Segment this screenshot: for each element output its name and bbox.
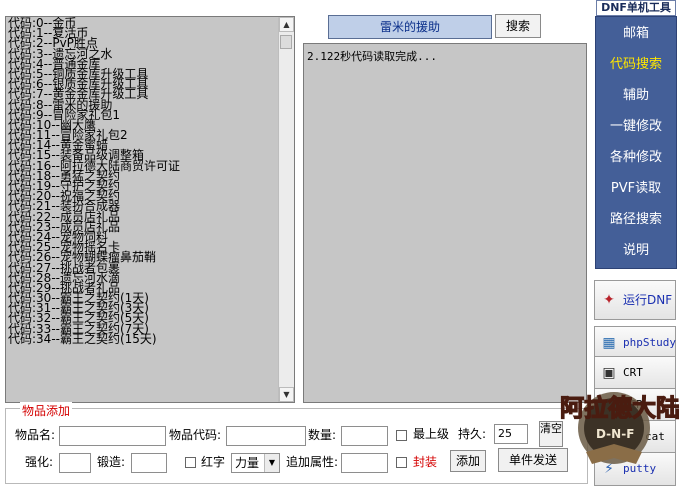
durability-input[interactable]: 25 <box>494 424 528 444</box>
scroll-down-arrow-icon[interactable]: ▼ <box>279 387 294 402</box>
cat-icon: ▩ <box>602 429 616 445</box>
clear-button[interactable]: 清空 <box>539 421 563 447</box>
durability-label: 持久: <box>458 427 487 441</box>
quantity-input[interactable] <box>341 426 388 446</box>
enhance-input[interactable] <box>59 453 91 473</box>
code-list-rows: 代码:0--金币 代码:1--复活币 代码:2--PvP胜点 代码:3--遗忘河之水代… <box>8 17 278 345</box>
scr-icon: ▤ <box>602 397 616 413</box>
scroll-up-arrow-icon[interactable]: ▲ <box>279 17 294 32</box>
nav-item-mailbox[interactable]: 邮箱 <box>596 18 676 49</box>
output-text: 2.122秒代码读取完成... <box>307 50 437 63</box>
single-send-button[interactable]: 单件发送 <box>498 448 568 472</box>
stat-select[interactable]: 力量 ▼ <box>231 453 280 473</box>
red-text-checkbox[interactable] <box>185 457 196 468</box>
phpstudy-button[interactable]: ▦ phpStudy <box>594 326 676 360</box>
dnf-icon: ✦ <box>603 292 615 308</box>
output-text-area[interactable]: 2.122秒代码读取完成... <box>303 43 587 403</box>
search-input[interactable]: 雷米的援助 <box>328 15 492 39</box>
seal-label: 封装 <box>413 455 438 469</box>
item-code-label: 物品代码: <box>169 428 222 442</box>
max-level-checkbox[interactable] <box>396 430 407 441</box>
chevron-down-icon: ▼ <box>264 454 279 472</box>
item-name-input[interactable] <box>59 426 166 446</box>
nav-item-path-search[interactable]: 路径搜索 <box>596 204 676 235</box>
enhance-label: 强化: <box>25 455 54 469</box>
cat-button[interactable]: ▩ cat <box>594 420 676 454</box>
scr-button[interactable]: ▤ SCR <box>594 388 676 422</box>
add-button[interactable]: 添加 <box>450 450 486 472</box>
code-list[interactable]: 代码:0--金币 代码:1--复活币 代码:2--PvP胜点 代码:3--遗忘河之水代… <box>5 16 295 403</box>
nav-item-code-search[interactable]: 代码搜索 <box>596 49 676 80</box>
stat-select-value: 力量 <box>235 456 260 470</box>
goods-add-legend: 物品添加 <box>20 402 73 419</box>
forge-label: 锻造: <box>97 455 126 469</box>
crt-terminal-icon: ▣ <box>602 365 616 381</box>
item-name-label: 物品名: <box>15 428 56 442</box>
forge-input[interactable] <box>131 453 167 473</box>
goods-add-group <box>5 408 588 484</box>
nav-panel: 邮箱 代码搜索 辅助 一键修改 各种修改 PVF读取 路径搜索 说明 <box>595 16 677 269</box>
item-code-input[interactable] <box>226 426 306 446</box>
list-item[interactable]: 代码:34--霸王之契约(15天) <box>8 333 278 345</box>
max-level-label: 最上级 <box>413 427 450 441</box>
seal-checkbox[interactable] <box>396 457 407 468</box>
crt-button[interactable]: ▣ CRT <box>594 356 676 390</box>
nav-item-assist[interactable]: 辅助 <box>596 80 676 111</box>
nav-item-one-click-edit[interactable]: 一键修改 <box>596 111 676 142</box>
nav-item-pvf-read[interactable]: PVF读取 <box>596 173 676 204</box>
red-text-label: 红字 <box>201 455 226 469</box>
putty-icon: ⚡ <box>604 461 614 477</box>
run-dnf-button[interactable]: ✦ 运行DNF <box>594 280 676 320</box>
phpstudy-icon: ▦ <box>602 335 616 351</box>
quantity-label: 数量: <box>308 428 337 442</box>
extra-attr-label: 追加属性: <box>286 455 339 469</box>
nav-item-various-edit[interactable]: 各种修改 <box>596 142 676 173</box>
code-list-scrollbar[interactable]: ▲ ▼ <box>278 17 294 402</box>
search-button[interactable]: 搜索 <box>495 14 541 38</box>
putty-button[interactable]: ⚡ putty <box>594 452 676 486</box>
extra-attr-input[interactable] <box>341 453 388 473</box>
nav-title: DNF单机工具 <box>596 0 676 16</box>
scroll-thumb[interactable] <box>280 35 292 49</box>
nav-item-help[interactable]: 说明 <box>596 235 676 266</box>
